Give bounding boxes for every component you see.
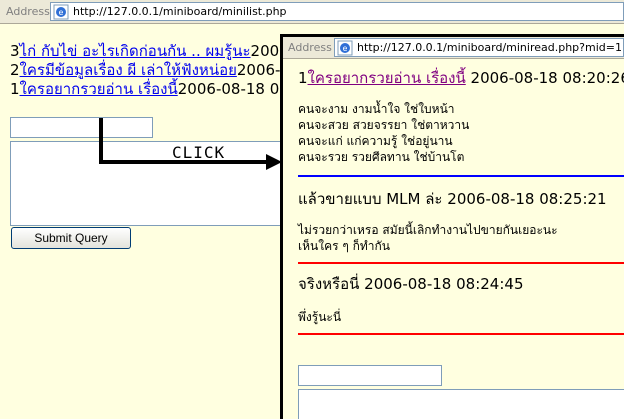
reply-date: 2006-08-18 08:25:21 <box>447 190 607 208</box>
popup-address-bar: Address e http://127.0.0.1/miniboard/min… <box>283 37 624 59</box>
click-annotation: CLICK <box>172 143 226 162</box>
post-number: 1 <box>298 69 308 87</box>
reply-body-line: พึ่งรู้นะนี่ <box>298 310 342 324</box>
click-arrow <box>99 118 282 170</box>
reply-title: แล้วขายแบบ MLM ล่ะ 2006-08-18 08:25:21 <box>298 187 607 211</box>
popup-address-url: http://127.0.0.1/miniboard/miniread.php?… <box>357 41 622 54</box>
reply-subject: จริงหรือนี่ <box>298 275 360 293</box>
popup-window: Address e http://127.0.0.1/miniboard/min… <box>280 34 624 419</box>
svg-text:e: e <box>343 44 348 53</box>
post-body-line: คนจะแก่ แก่ความรู้ ใช่อยู่นาน <box>298 134 453 148</box>
post-title-link[interactable]: ใครอยากรวยอ่าน เรื่องนี้ <box>308 69 466 87</box>
reply-date: 2006-08-18 08:24:45 <box>364 275 524 293</box>
post-body-line: คนจะรวย รวยศีลทาน ใช่บ้านโต <box>298 150 465 164</box>
popup-address-input[interactable]: e http://127.0.0.1/miniboard/miniread.ph… <box>334 38 624 57</box>
reply-title: จริงหรือนี่ 2006-08-18 08:24:45 <box>298 272 523 296</box>
post-date: 2006-08-18 08:20:26 <box>470 69 624 87</box>
post-body-line: คนจะงาม งามน้ำใจ ใช่ใบหน้า <box>298 102 455 116</box>
reply-divider <box>298 333 624 335</box>
reply-body-line: ไม่รวยกว่าเหรอ สมัยนี้เลิกทำงานไปขายกันเ… <box>298 223 558 237</box>
submit-button[interactable]: Submit Query <box>11 227 131 249</box>
post-divider <box>298 175 624 177</box>
reply-body-line: เห็นใคร ๆ ก็ทำกัน <box>298 239 391 253</box>
reply-divider <box>298 262 624 264</box>
reply-subject: แล้วขายแบบ MLM ล่ะ <box>298 190 443 208</box>
reply-body: พึ่งรู้นะนี่ <box>298 308 341 327</box>
post-title: 1ใครอยากรวยอ่าน เรื่องนี้ 2006-08-18 08:… <box>298 66 624 90</box>
ie-page-icon: e <box>337 40 353 56</box>
post-body-line: คนจะสวย สวยจรรยา ใช่ตาหวาน <box>298 118 470 132</box>
post-body: คนจะงาม งามน้ำใจ ใช่ใบหน้า คนจะสวย สวยจร… <box>298 101 469 165</box>
reply-textarea[interactable] <box>298 389 624 419</box>
address-label: Address <box>288 41 332 54</box>
reply-body: ไม่รวยกว่าเหรอ สมัยนี้เลิกทำงานไปขายกันเ… <box>298 222 558 254</box>
reply-name-input[interactable] <box>298 365 442 386</box>
